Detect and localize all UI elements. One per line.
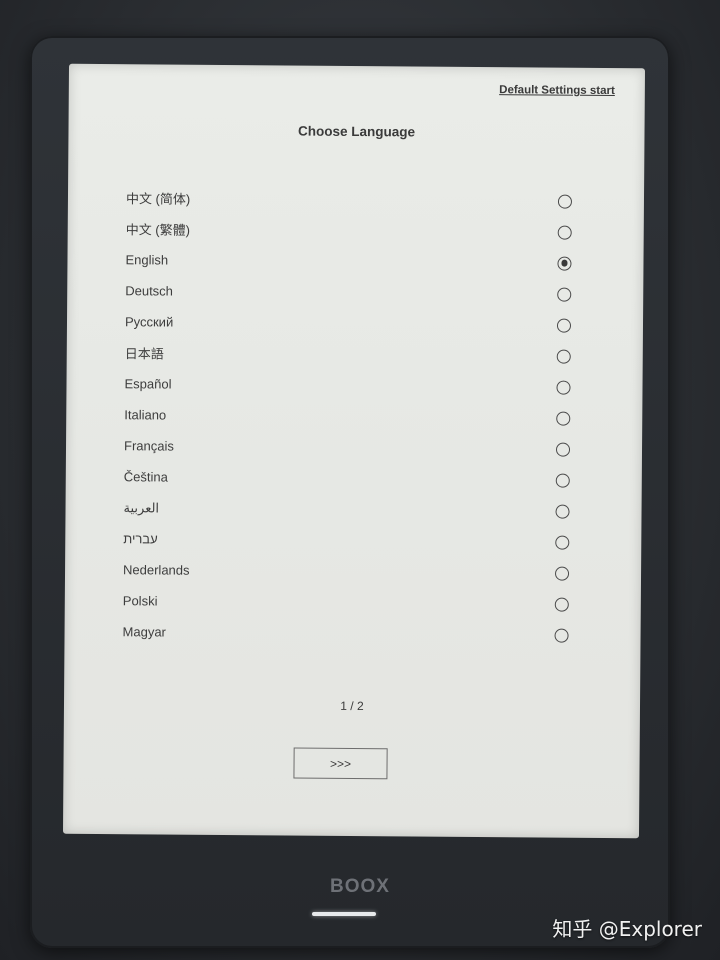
language-label: English (125, 252, 169, 268)
language-label: Русский (124, 314, 174, 330)
language-option-czech[interactable]: Čeština (123, 461, 570, 495)
next-page-button[interactable]: >>> (293, 747, 388, 780)
language-label: Deutsch (125, 283, 174, 299)
page-indicator: 1 / 2 (340, 698, 364, 714)
language-option-hungarian[interactable]: Magyar (122, 616, 569, 650)
language-option-italian[interactable]: Italiano (124, 399, 571, 433)
language-label: Italiano (124, 407, 167, 423)
language-option-deutsch[interactable]: Deutsch (125, 275, 572, 309)
language-label: Čeština (123, 469, 168, 485)
radio-button[interactable] (554, 566, 570, 581)
default-settings-link[interactable]: Default Settings start (499, 84, 615, 97)
page-title: Choose Language (297, 123, 416, 140)
language-option-dutch[interactable]: Nederlands (123, 554, 570, 588)
language-option-russian[interactable]: Русский (124, 306, 572, 340)
radio-button[interactable] (555, 442, 571, 457)
language-label: العربية (123, 499, 160, 515)
language-label: עברית (123, 531, 158, 547)
language-label: Français (123, 438, 174, 454)
radio-button-selected[interactable] (557, 256, 572, 271)
language-label: Polski (122, 593, 158, 609)
language-option-zh-hant[interactable]: 中文 (繁體) (125, 213, 572, 247)
radio-button[interactable] (556, 380, 571, 395)
language-option-polish[interactable]: Polski (122, 585, 569, 619)
language-option-spanish[interactable]: Español (124, 368, 571, 402)
radio-button[interactable] (557, 225, 572, 240)
language-option-zh-hans[interactable]: 中文 (简体) (125, 182, 573, 216)
watermark: 知乎 @Explorer (552, 917, 702, 941)
language-option-french[interactable]: Français (123, 430, 571, 464)
radio-button[interactable] (555, 535, 570, 550)
brand-logo: BOOX (330, 876, 390, 897)
radio-button[interactable] (555, 504, 570, 519)
radio-button[interactable] (557, 194, 573, 209)
language-label: Nederlands (123, 562, 190, 578)
radio-button[interactable] (556, 318, 572, 333)
language-label: Español (124, 376, 172, 392)
language-list: 中文 (简体) 中文 (繁體) English Deutsch Русский … (122, 182, 573, 650)
language-label: 中文 (繁體) (125, 222, 191, 238)
radio-button[interactable] (554, 628, 569, 643)
radio-button[interactable] (554, 597, 569, 612)
radio-button[interactable] (556, 349, 571, 364)
language-label: Magyar (122, 624, 166, 640)
language-option-japanese[interactable]: 日本語 (124, 337, 571, 371)
language-option-hebrew[interactable]: עברית (123, 523, 570, 557)
radio-button[interactable] (555, 473, 570, 488)
language-option-english[interactable]: English (125, 244, 572, 278)
language-option-arabic[interactable]: العربية (123, 492, 570, 526)
device-screen: Default Settings start Choose Language 中… (62, 63, 646, 839)
radio-button[interactable] (556, 411, 571, 426)
radio-button[interactable] (557, 287, 572, 302)
language-label: 中文 (简体) (125, 191, 191, 207)
language-label: 日本語 (124, 346, 164, 362)
home-button[interactable] (312, 912, 376, 916)
